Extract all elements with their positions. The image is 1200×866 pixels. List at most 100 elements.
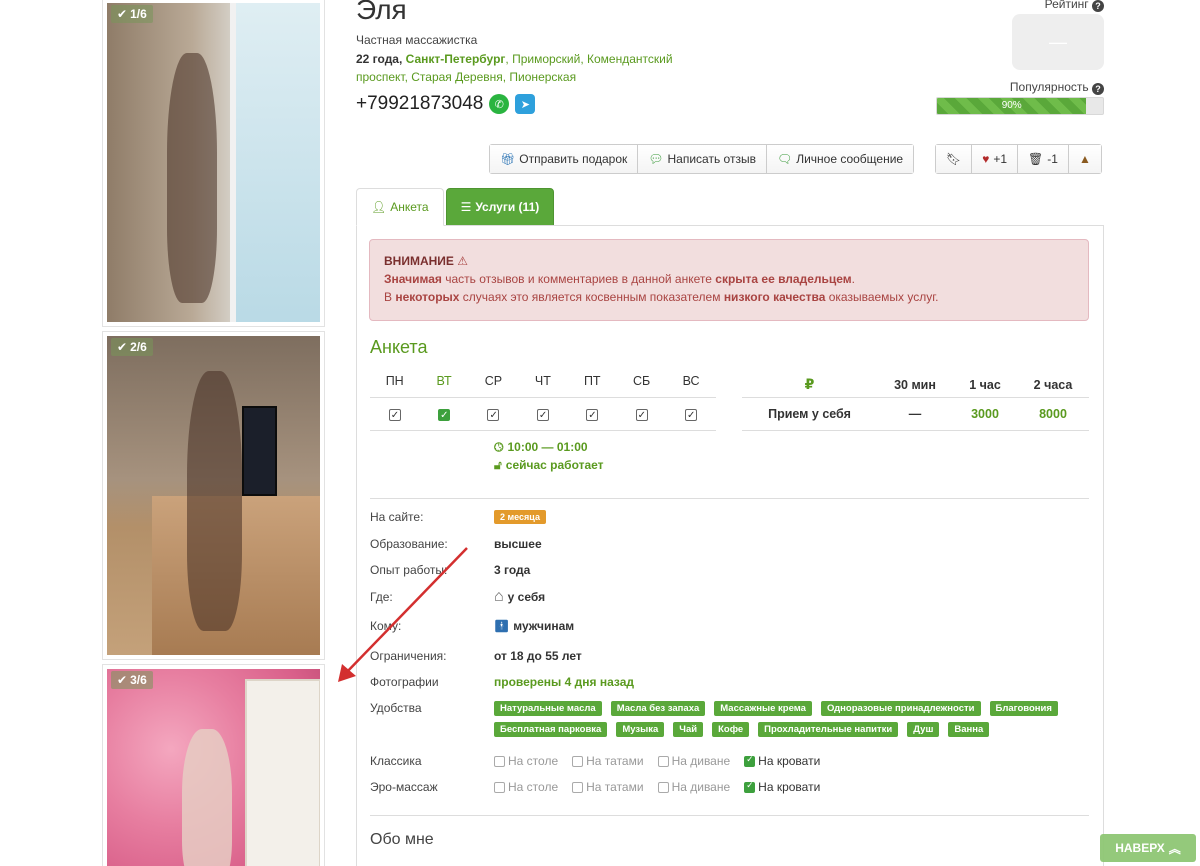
square-icon — [572, 781, 584, 793]
tab-anketa[interactable]: 👤︎ Анкета — [356, 188, 444, 226]
price-col-1h: 1 час — [969, 377, 1001, 392]
amenity-tag: Прохладительные напитки — [758, 722, 899, 737]
clock-icon: 🕓︎ — [494, 440, 504, 454]
check-icon: ✔ — [117, 7, 128, 21]
profile-photo-2[interactable]: ✔ 2/6 — [107, 336, 320, 655]
amenity-tag: Кофе — [712, 722, 750, 737]
schedule-day: СБ — [633, 374, 651, 388]
warning-triangle-icon: ⚠ — [457, 254, 469, 268]
bookmark-button[interactable]: 🔖︎ — [936, 145, 973, 173]
profile-actions: 🎁︎ Отправить подарок 💬︎ Написать отзыв 🗨︎ Л… — [489, 144, 915, 174]
classic-option: На татами — [572, 754, 644, 768]
amenity-tag: Бесплатная парковка — [494, 722, 608, 737]
rating-box: — — [1012, 14, 1104, 70]
ero-option: На кровати — [744, 780, 820, 794]
send-gift-button[interactable]: 🎁︎ Отправить подарок — [490, 145, 639, 173]
amenity-tag: Душ — [907, 722, 940, 737]
amenity-tag: Благовония — [989, 701, 1058, 716]
check-icon: ✔ — [117, 340, 128, 354]
price-table: ₽ 30 мин 1 час 2 часа Прием у себя — 300… — [742, 372, 1089, 431]
ero-label: Эро-массаж — [370, 780, 438, 794]
schedule-day: ПН — [385, 374, 404, 388]
profile-photo-3[interactable]: ✔ 3/6 — [107, 669, 320, 866]
classic-option: На кровати — [744, 754, 820, 768]
schedule-table: ПН ВТ СР ЧТ ПТ СБ ВС — [370, 372, 716, 431]
warning-alert: ВНИМАНИЕ ⚠ Значимая часть отзывов и комм… — [369, 239, 1089, 321]
like-button[interactable]: ♥ +1 — [972, 145, 1019, 173]
double-chevron-up-icon: ︽ — [1168, 841, 1181, 856]
schedule-day: ПТ — [583, 374, 601, 388]
classic-option: На диване — [657, 754, 730, 768]
whatsapp-icon[interactable]: ✆ — [489, 94, 510, 114]
whom-label: Кому: — [370, 619, 402, 633]
vote-actions: 🔖︎ ♥ +1 🗑︎ -1 ▲ — [935, 144, 1102, 174]
photo-card-1[interactable]: ✔ 1/6 — [102, 0, 325, 327]
male-icon: 🚹︎ — [494, 619, 510, 633]
gift-icon: 🎁︎ — [500, 152, 516, 166]
rating-label: Рейтинг ? — [1045, 0, 1104, 12]
photos-label: Фотографии — [370, 675, 439, 689]
schedule-day-cell — [469, 405, 518, 425]
check-square-icon — [635, 407, 648, 425]
warning-icon: ▲ — [1078, 152, 1091, 166]
experience-value: 3 года — [494, 563, 531, 577]
square-icon — [572, 755, 584, 767]
help-icon[interactable]: ? — [1092, 0, 1104, 12]
popularity-bar: 90% — [936, 97, 1104, 115]
dislike-button[interactable]: 🗑︎ -1 — [1018, 145, 1069, 173]
comment-icon: 💬︎ — [648, 152, 664, 166]
amenities-label: Удобства — [370, 701, 422, 715]
photo-window-decor — [230, 3, 320, 322]
private-message-button[interactable]: 🗨︎ Личное сообщение — [766, 145, 914, 173]
schedule-day-cell — [370, 405, 419, 425]
scroll-top-button[interactable]: НАВЕРХ ︽ — [1100, 834, 1196, 862]
user-icon: 👤︎ — [371, 200, 387, 214]
help-icon[interactable]: ? — [1092, 83, 1104, 95]
write-review-button[interactable]: 💬︎ Написать отзыв — [638, 145, 767, 173]
schedule-row — [370, 398, 716, 431]
telegram-icon[interactable]: ➤ — [515, 94, 536, 114]
schedule-day-cell — [568, 405, 617, 425]
schedule-day-cell — [518, 405, 567, 425]
report-button[interactable]: ▲ — [1068, 145, 1101, 173]
amenity-tag: Натуральные масла — [494, 701, 602, 716]
city-link[interactable]: Санкт-Петербург — [406, 52, 506, 66]
price-row: Прием у себя — 3000 8000 — [742, 398, 1089, 431]
ero-options: На столе На татами На диване На кровати — [494, 780, 820, 794]
about-title: Обо мне — [370, 831, 434, 848]
photo-card-3[interactable]: ✔ 3/6 — [102, 664, 325, 866]
profile-type: Частная массажистка — [356, 33, 478, 47]
profile-age: 22 года, — [356, 52, 403, 66]
comments-icon: 🗨︎ — [776, 152, 793, 166]
profile-photo-1[interactable]: ✔ 1/6 — [107, 3, 320, 322]
amenity-tag: Ванна — [948, 722, 990, 737]
profile-location: 22 года, Санкт-Петербург, Приморский, Ко… — [356, 50, 696, 86]
heart-icon: ♥ — [982, 152, 990, 166]
working-hours: 🕓︎ 10:00 — 01:00 🔓︎ сейчас работает — [494, 440, 604, 472]
photo-figure — [182, 729, 232, 866]
ero-option: На диване — [657, 780, 730, 794]
divider — [370, 498, 1089, 499]
schedule-day: СР — [484, 374, 503, 388]
check-square-icon — [744, 754, 756, 767]
ero-option: На татами — [572, 780, 644, 794]
profile-tabs: 👤︎ Анкета ☰ Услуги (11) — [356, 188, 555, 226]
home-icon: ⌂ — [494, 588, 504, 605]
amenity-tag: Массажные крема — [714, 701, 812, 716]
tab-services[interactable]: ☰ Услуги (11) — [445, 188, 555, 226]
district-links[interactable]: , Приморский, Комендантский проспект, Ст… — [356, 52, 673, 84]
check-square-icon — [438, 407, 451, 425]
on-site-label: На сайте: — [370, 510, 424, 524]
schedule-day: ЧТ — [534, 374, 551, 388]
check-square-icon — [586, 407, 599, 425]
photo-tv-decor — [242, 406, 277, 496]
check-icon: ✔ — [117, 673, 128, 687]
photo-verified-badge: ✔ 1/6 — [111, 5, 153, 23]
popularity-label: Популярность ? — [1010, 80, 1104, 95]
popularity-fill: 90% — [937, 98, 1087, 114]
amenity-tag: Музыка — [616, 722, 665, 737]
phone-number[interactable]: +79921873048 — [356, 93, 483, 115]
price-header: ₽ 30 мин 1 час 2 часа — [742, 372, 1089, 398]
limits-label: Ограничения: — [370, 649, 447, 663]
photo-card-2[interactable]: ✔ 2/6 — [102, 331, 325, 660]
